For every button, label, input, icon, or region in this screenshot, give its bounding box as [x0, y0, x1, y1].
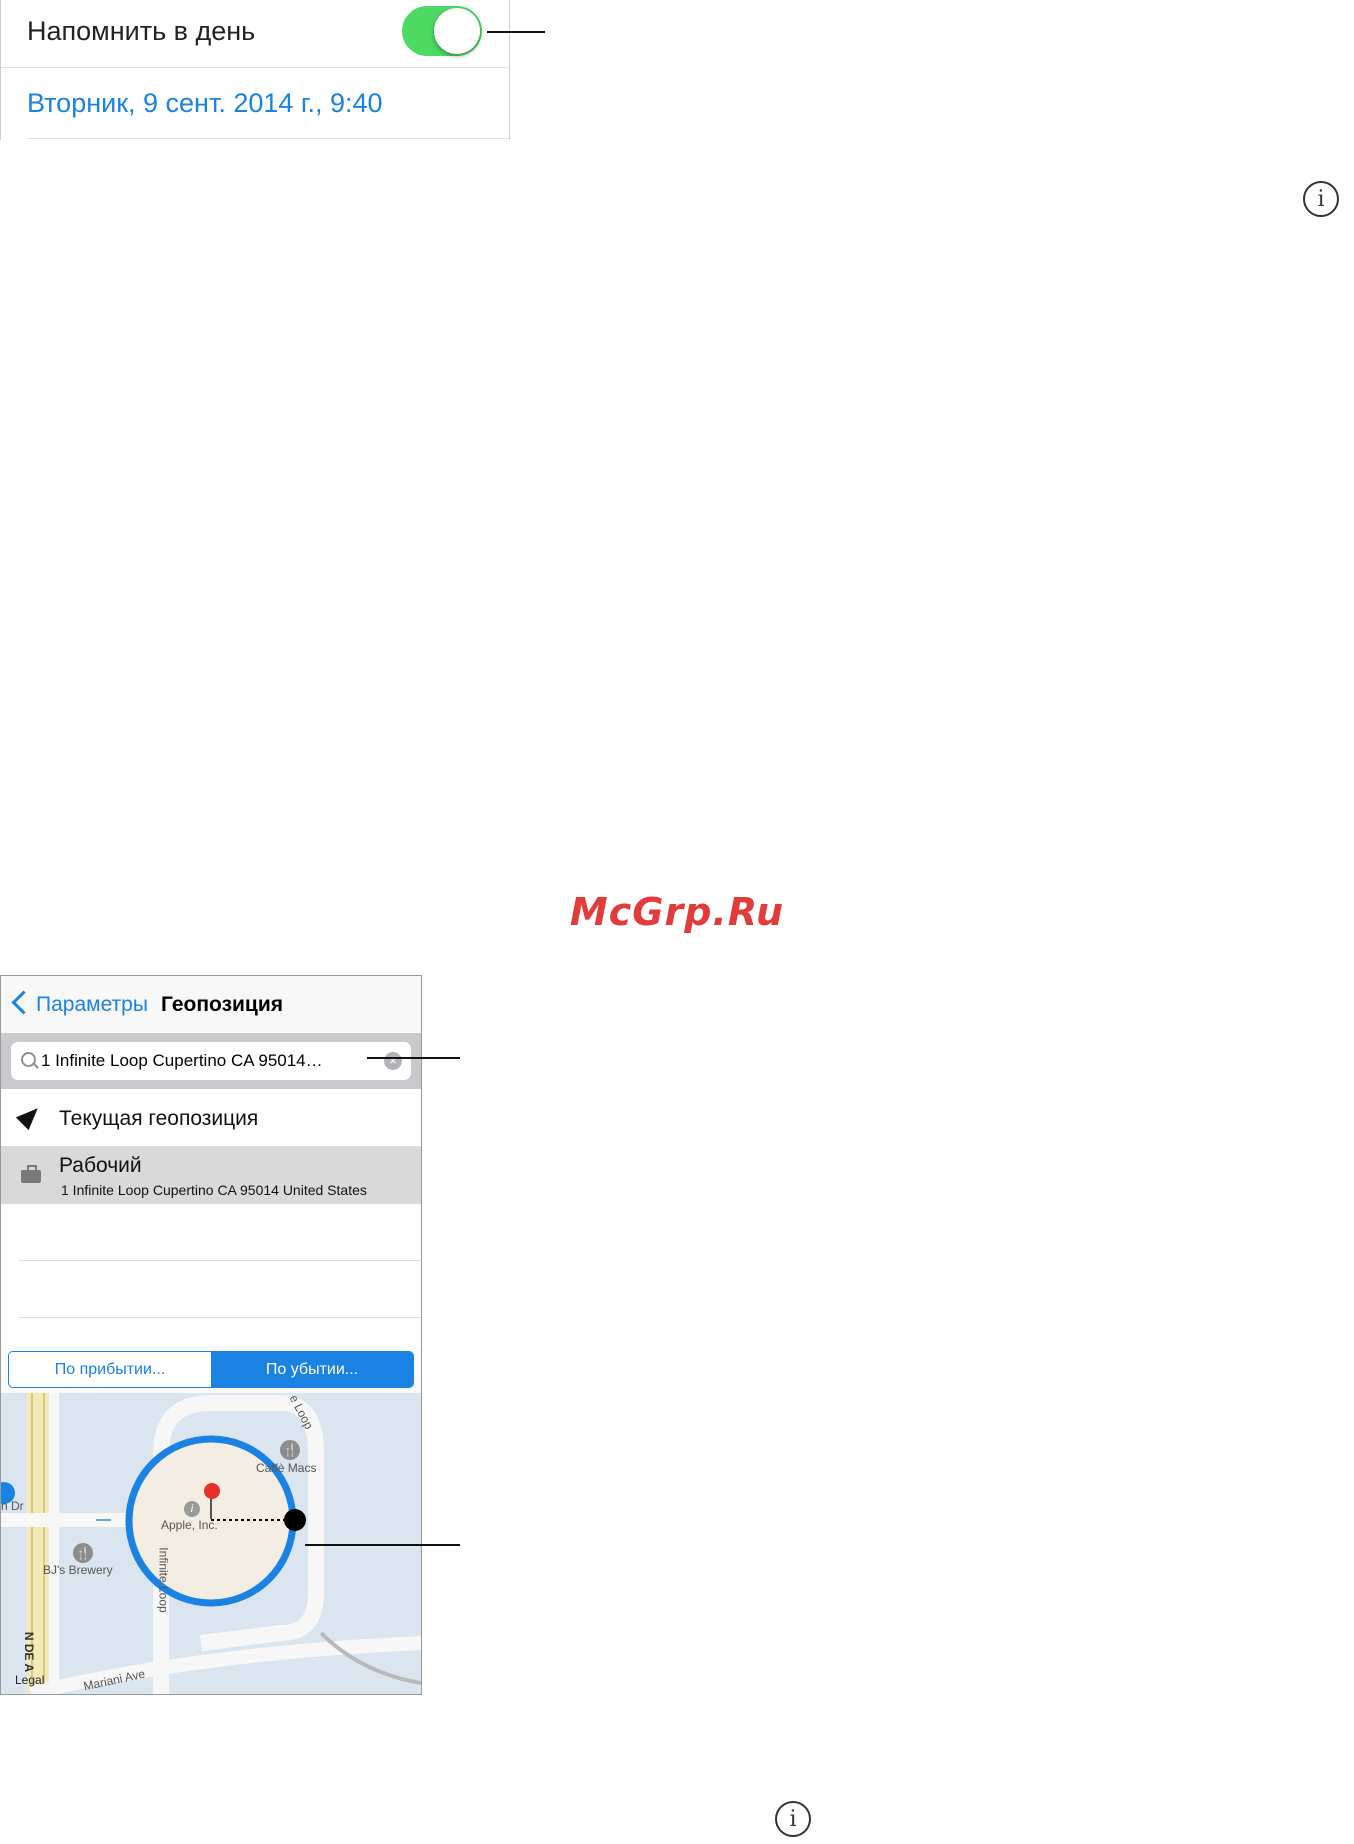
reminder-date-value: Вторник, 9 сент. 2014 г., 9:40 [27, 88, 383, 118]
map-label-brewery: BJ's Brewery [43, 1563, 113, 1577]
callout-line-radius [305, 1544, 460, 1546]
back-button-label: Параметры [36, 993, 148, 1016]
map-label-infinite-loop: Infinite Loop [156, 1547, 171, 1613]
chevron-left-icon [11, 990, 36, 1015]
current-location-label: Текущая геопозиция [59, 1107, 259, 1130]
remind-day-row: Напомнить в день [1, 0, 509, 68]
briefcase-icon [21, 1165, 41, 1183]
search-input[interactable]: 1 Infinite Loop Cupertino CA 95014… × [11, 1042, 411, 1080]
location-screen: Параметры Геопозиция 1 Infinite Loop Cup… [0, 975, 422, 1695]
trigger-segmented-control: По прибытии... По убытии... [8, 1351, 414, 1388]
segment-leaving[interactable]: По убытии... [211, 1352, 413, 1387]
trigger-segment-area: По прибытии... По убытии... [1, 1346, 421, 1393]
watermark-text: McGrp.Ru [569, 890, 785, 934]
geofence-radius-handle[interactable] [284, 1509, 306, 1531]
map-label-de-anza: N DE A [22, 1631, 37, 1673]
search-input-value: 1 Infinite Loop Cupertino CA 95014… [41, 1051, 323, 1070]
list-item [19, 1204, 421, 1261]
reminder-date-row[interactable]: Вторник, 9 сент. 2014 г., 9:40 [27, 68, 509, 139]
info-icon: i [775, 1801, 811, 1837]
map-label-caffe: Caffè Macs [256, 1461, 317, 1475]
remind-day-toggle[interactable] [402, 6, 482, 56]
navigation-bar: Параметры Геопозиция [1, 976, 421, 1033]
info-poi-icon: i [184, 1501, 200, 1517]
search-icon [21, 1052, 36, 1067]
map-label-apple: Apple, Inc. [161, 1518, 218, 1532]
clear-search-icon[interactable]: × [384, 1052, 402, 1070]
segment-arriving[interactable]: По прибытии... [9, 1352, 211, 1387]
pin-stick [210, 1497, 212, 1519]
work-label: Рабочий [59, 1154, 142, 1177]
back-button[interactable]: Параметры [1, 976, 151, 1033]
list-item [19, 1261, 421, 1318]
info-icon: i [1303, 181, 1339, 217]
remind-day-label: Напомнить в день [27, 16, 256, 46]
map-legal-link[interactable]: Legal [15, 1673, 44, 1687]
page-title: Геопозиция [161, 993, 284, 1016]
toggle-knob [434, 8, 480, 54]
reminder-settings-panel: Напомнить в день Вторник, 9 сент. 2014 г… [0, 0, 510, 140]
callout-line-search [367, 1057, 460, 1059]
callout-line-toggle [487, 31, 545, 33]
location-arrow-icon [15, 1101, 45, 1131]
map-label-dr: n Dr [1, 1499, 24, 1513]
restaurant-icon: 🍴 [280, 1440, 300, 1460]
restaurant-icon: 🍴 [73, 1543, 93, 1563]
list-item-current-location[interactable]: Текущая геопозиция [1, 1089, 421, 1147]
list-item-work[interactable]: Рабочий 1 Infinite Loop Cupertino CA 950… [1, 1147, 421, 1204]
search-bar: 1 Infinite Loop Cupertino CA 95014… × [1, 1033, 421, 1089]
work-address: 1 Infinite Loop Cupertino CA 95014 Unite… [61, 1182, 367, 1198]
red-pin-icon [204, 1483, 220, 1499]
